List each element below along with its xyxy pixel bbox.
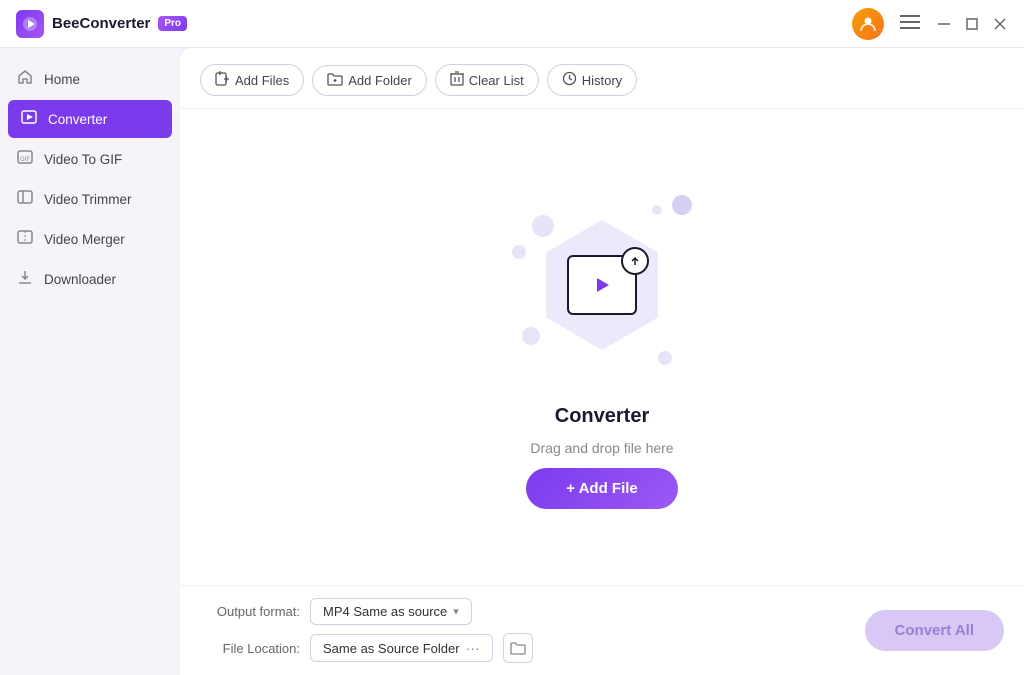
output-format-row: Output format: MP4 Same as source ▾ xyxy=(200,598,533,625)
file-location-label: File Location: xyxy=(200,641,300,656)
file-location-row: File Location: Same as Source Folder ··· xyxy=(200,633,533,663)
deco-circle-3 xyxy=(652,205,662,215)
avatar[interactable] xyxy=(852,8,884,40)
history-button[interactable]: History xyxy=(547,64,637,96)
add-file-button[interactable]: + Add File xyxy=(526,468,678,509)
add-files-label: Add Files xyxy=(235,73,289,88)
sidebar-item-video-merger[interactable]: Video Merger xyxy=(0,220,180,258)
bottom-left: Output format: MP4 Same as source ▾ File… xyxy=(200,598,533,663)
file-location-value: Same as Source Folder xyxy=(323,641,460,656)
clear-list-icon xyxy=(450,71,464,89)
video-merger-icon xyxy=(16,229,34,249)
titlebar: BeeConverter Pro xyxy=(0,0,1024,48)
sidebar-label-home: Home xyxy=(44,72,80,87)
add-folder-label: Add Folder xyxy=(348,73,412,88)
maximize-button[interactable] xyxy=(964,16,980,32)
play-box xyxy=(567,255,637,315)
sidebar-item-video-to-gif[interactable]: GIF Video To GIF xyxy=(0,140,180,178)
add-folder-icon xyxy=(327,72,343,89)
sidebar: Home Converter GIF Video To GIF xyxy=(0,48,180,675)
play-arrow xyxy=(621,247,649,275)
clear-list-button[interactable]: Clear List xyxy=(435,64,539,96)
app-logo xyxy=(16,10,44,38)
convert-all-button[interactable]: Convert All xyxy=(865,610,1004,651)
close-button[interactable] xyxy=(992,16,1008,32)
sidebar-label-converter: Converter xyxy=(48,112,107,127)
titlebar-right xyxy=(852,8,1008,40)
dropzone-title: Converter xyxy=(555,405,649,428)
titlebar-left: BeeConverter Pro xyxy=(16,10,187,38)
deco-circle-5 xyxy=(658,351,672,365)
svg-text:GIF: GIF xyxy=(20,157,30,163)
sidebar-item-converter[interactable]: Converter xyxy=(8,100,172,138)
minimize-button[interactable] xyxy=(936,16,952,32)
menu-icon[interactable] xyxy=(900,13,920,34)
converter-icon xyxy=(20,109,38,129)
sidebar-item-home[interactable]: Home xyxy=(0,60,180,98)
pro-badge: Pro xyxy=(158,16,187,31)
app-name: BeeConverter xyxy=(52,15,150,32)
main-layout: Home Converter GIF Video To GIF xyxy=(0,48,1024,675)
dropzone-subtitle: Drag and drop file here xyxy=(530,440,673,456)
bottom-bar: Output format: MP4 Same as source ▾ File… xyxy=(180,585,1024,675)
sidebar-label-video-to-gif: Video To GIF xyxy=(44,152,122,167)
home-icon xyxy=(16,69,34,89)
sidebar-label-video-trimmer: Video Trimmer xyxy=(44,192,132,207)
sidebar-item-video-trimmer[interactable]: Video Trimmer xyxy=(0,180,180,218)
sidebar-label-video-merger: Video Merger xyxy=(44,232,125,247)
downloader-icon xyxy=(16,269,34,289)
add-files-button[interactable]: Add Files xyxy=(200,64,304,96)
output-format-label: Output format: xyxy=(200,604,300,619)
toolbar: Add Files Add Folder xyxy=(180,48,1024,109)
sidebar-item-downloader[interactable]: Downloader xyxy=(0,260,180,298)
chevron-down-icon: ▾ xyxy=(453,605,459,618)
dropzone-visual xyxy=(502,185,702,385)
deco-circle-1 xyxy=(532,215,554,237)
deco-circle-2 xyxy=(512,245,526,259)
history-label: History xyxy=(582,73,622,88)
content-area: Add Files Add Folder xyxy=(180,48,1024,675)
history-icon xyxy=(562,71,577,89)
video-trimmer-icon xyxy=(16,189,34,209)
output-format-select[interactable]: MP4 Same as source ▾ xyxy=(310,598,472,625)
video-to-gif-icon: GIF xyxy=(16,149,34,169)
add-folder-button[interactable]: Add Folder xyxy=(312,65,427,96)
file-location-field: Same as Source Folder ··· xyxy=(310,634,493,662)
output-format-value: MP4 Same as source xyxy=(323,604,447,619)
clear-list-label: Clear List xyxy=(469,73,524,88)
sidebar-label-downloader: Downloader xyxy=(44,272,116,287)
deco-circle-6 xyxy=(672,195,692,215)
play-triangle xyxy=(597,278,609,292)
browse-folder-button[interactable] xyxy=(503,633,533,663)
window-controls xyxy=(936,16,1008,32)
dropzone: Converter Drag and drop file here + Add … xyxy=(180,109,1024,585)
add-files-icon xyxy=(215,71,230,89)
deco-circle-4 xyxy=(522,327,540,345)
more-options-icon[interactable]: ··· xyxy=(466,640,480,656)
